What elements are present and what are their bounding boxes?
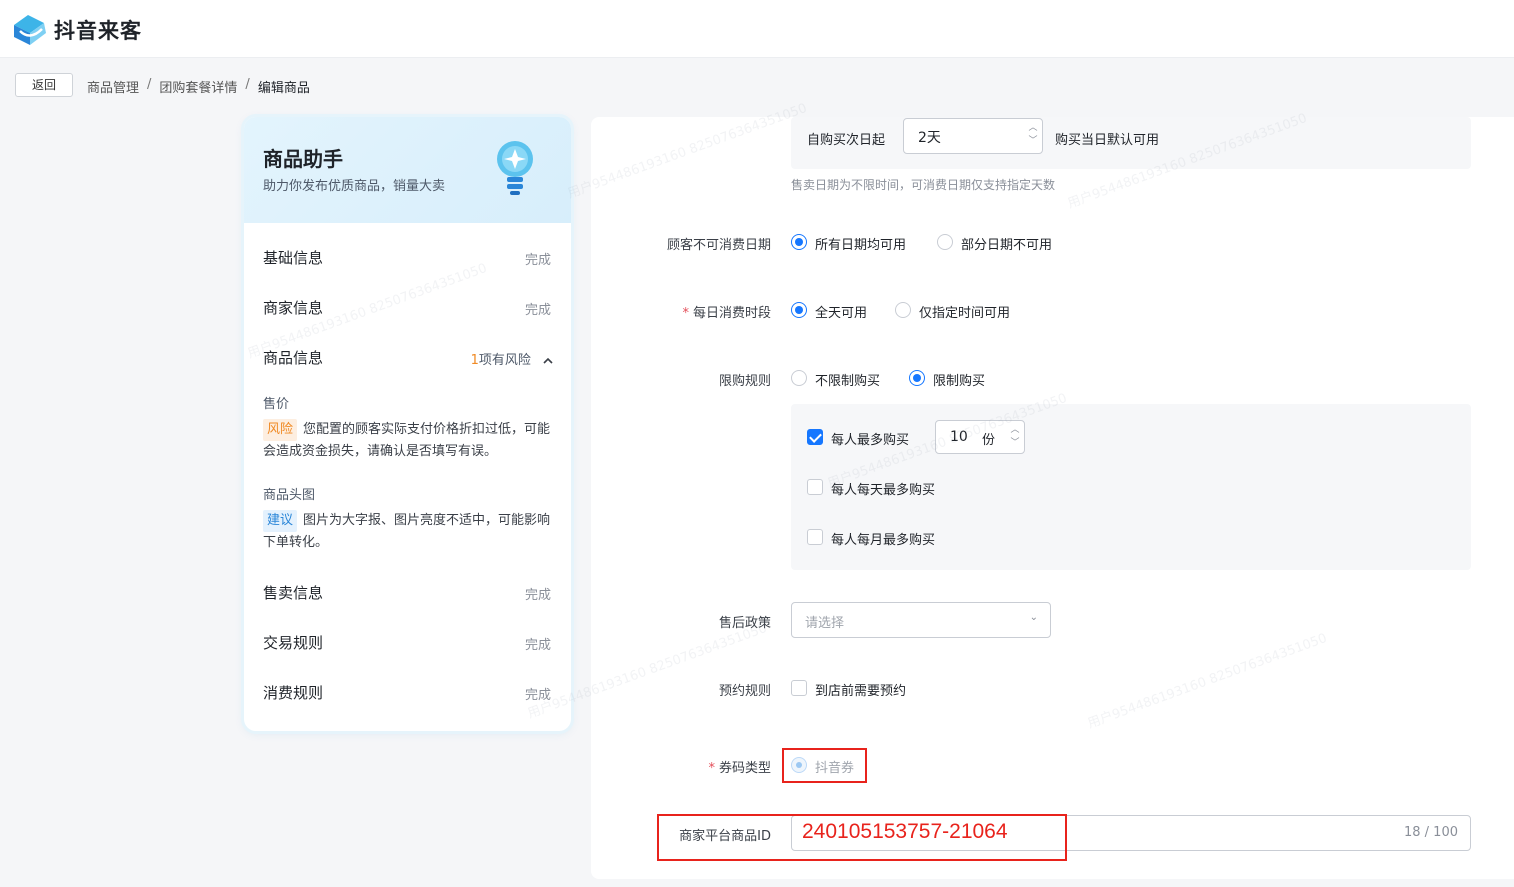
tip-image-suggestion: 建议 图片为大字报、图片亮度不适中，可能影响下单转化。: [263, 510, 553, 554]
after-sale-select[interactable]: 请选择 ⌄: [791, 602, 1051, 638]
tip-field-main-image: 商品头图: [263, 488, 316, 503]
per-person-limit-stepper[interactable]: 10 份 ︿ ﹀: [935, 420, 1025, 454]
risk-text: 项有风险: [478, 353, 531, 368]
radio-some-dates-unavailable[interactable]: [937, 234, 953, 250]
validity-days-value: 2天: [918, 130, 941, 146]
required-mark: *: [708, 761, 715, 776]
validity-suffix: 购买当日默认可用: [1055, 133, 1160, 148]
validity-hint: 售卖日期为不限时间，可消费日期仅支持指定天数: [791, 178, 1056, 192]
reservation-option[interactable]: 到店前需要预约: [815, 680, 906, 699]
option-specific-time[interactable]: 仅指定时间可用: [919, 302, 1010, 321]
required-mark: *: [682, 306, 689, 321]
per-person-limit-unit: 份: [982, 433, 996, 448]
per-month-limit-label[interactable]: 每人每月最多购买: [831, 529, 935, 548]
unavailable-dates-label: 顾客不可消费日期: [666, 238, 771, 253]
option-no-limit[interactable]: 不限制购买: [815, 370, 880, 389]
validity-prefix: 自购买次日起: [807, 133, 886, 148]
brand-name: 抖音来客: [54, 19, 142, 43]
section-label: 交易规则: [263, 634, 324, 652]
radio-no-limit[interactable]: [791, 370, 807, 386]
reservation-label: 预约规则: [718, 684, 771, 699]
breadcrumb-separator: /: [245, 77, 250, 92]
per-day-limit-label[interactable]: 每人每天最多购买: [831, 479, 935, 498]
back-button[interactable]: 返回: [15, 73, 73, 97]
risk-tag: 风险: [263, 419, 298, 441]
assistant-section-basic[interactable]: 基础信息 完成: [263, 247, 553, 271]
edit-product-form: 自购买次日起 2天 ︿ ﹀ 购买当日默认可用 售卖日期为不限时间，可消费日期仅支…: [591, 117, 1514, 879]
radio-specific-time[interactable]: [895, 302, 911, 318]
assistant-body: 基础信息 完成 商家信息 完成 商品信息 1项有风险 售价 风险 您配置的顾客实际…: [247, 223, 568, 728]
voucher-type-label-text: 券码类型: [718, 761, 771, 776]
tip-price-risk: 风险 您配置的顾客实际支付价格折扣过低，可能会造成资金损失，请确认是否填写有误。: [263, 419, 553, 463]
section-status: 完成: [524, 688, 551, 703]
tip-text: 图片为大字报、图片亮度不适中，可能影响下单转化。: [263, 513, 551, 550]
section-label: 售卖信息: [263, 584, 324, 602]
after-sale-placeholder: 请选择: [805, 616, 845, 631]
section-label: 商品信息: [263, 349, 324, 367]
highlight-box-merchant-id: [657, 814, 1067, 861]
option-all-day[interactable]: 全天可用: [815, 302, 867, 321]
product-assistant-panel: 商品助手 助力你发布优质商品，销量大卖 基础信息 完成 商家信息 完成 商品信息…: [244, 117, 571, 731]
breadcrumb-separator: /: [147, 77, 152, 92]
tip-field-price: 售价: [263, 397, 290, 412]
assistant-section-consume[interactable]: 消费规则 完成: [263, 682, 553, 706]
per-person-limit-label[interactable]: 每人最多购买: [831, 429, 909, 448]
assistant-section-merchant[interactable]: 商家信息 完成: [263, 297, 553, 321]
suggest-tag: 建议: [263, 510, 298, 532]
decrement-icon[interactable]: ﹀: [1010, 437, 1020, 450]
breadcrumb-item-product-management[interactable]: 商品管理: [87, 77, 139, 96]
radio-all-day[interactable]: [791, 302, 807, 318]
breadcrumb-item-edit-product: 编辑商品: [257, 81, 310, 96]
checkbox-per-day-limit[interactable]: [807, 479, 823, 495]
option-limit[interactable]: 限制购买: [933, 370, 985, 389]
per-person-limit-value: 10: [950, 429, 968, 445]
daily-period-label-text: 每日消费时段: [692, 306, 771, 321]
section-label: 消费规则: [263, 684, 324, 702]
checkbox-per-month-limit[interactable]: [807, 529, 823, 545]
assistant-section-product[interactable]: 商品信息 1项有风险: [263, 347, 553, 371]
purchase-limit-label: 限购规则: [718, 374, 771, 389]
lightbulb-icon: [497, 141, 533, 195]
option-all-dates-available[interactable]: 所有日期均可用: [815, 234, 906, 253]
assistant-title: 商品助手: [263, 147, 343, 171]
section-label: 基础信息: [263, 249, 324, 267]
validity-days-stepper[interactable]: 2天 ︿ ﹀: [903, 118, 1043, 154]
section-status: 完成: [524, 303, 551, 318]
chevron-up-icon[interactable]: [543, 357, 553, 365]
char-count: 18 / 100: [1404, 825, 1458, 840]
section-label: 商家信息: [263, 299, 324, 317]
top-header: 抖音来客: [0, 0, 1514, 58]
assistant-section-sale[interactable]: 售卖信息 完成: [263, 582, 553, 606]
section-status: 完成: [524, 638, 551, 653]
daily-period-label: * 每日消费时段: [591, 302, 771, 321]
after-sale-label: 售后政策: [718, 616, 771, 631]
breadcrumb: 商品管理 / 团购套餐详情 / 编辑商品: [87, 77, 310, 96]
assistant-subtitle: 助力你发布优质商品，销量大卖: [263, 179, 446, 194]
breadcrumb-item-package-detail[interactable]: 团购套餐详情: [159, 77, 237, 96]
douyin-laike-logo-icon: [14, 15, 46, 45]
assistant-header: 商品助手 助力你发布优质商品，销量大卖: [244, 117, 571, 223]
section-status: 完成: [524, 253, 551, 268]
chevron-down-icon: ⌄: [1029, 612, 1038, 623]
radio-limit[interactable]: [909, 370, 925, 386]
checkbox-per-person-limit[interactable]: [807, 429, 823, 445]
increment-icon[interactable]: ︿: [1010, 424, 1020, 437]
tip-text: 您配置的顾客实际支付价格折扣过低，可能会造成资金损失，请确认是否填写有误。: [263, 422, 551, 459]
section-status: 完成: [524, 588, 551, 603]
stepper-arrows[interactable]: ︿ ﹀: [1028, 122, 1038, 150]
increment-icon[interactable]: ︿: [1028, 122, 1038, 135]
highlight-box-voucher: [782, 748, 867, 783]
checkbox-reservation-required[interactable]: [791, 680, 807, 696]
decrement-icon[interactable]: ﹀: [1028, 135, 1038, 148]
stepper-arrows[interactable]: ︿ ﹀: [1010, 424, 1020, 452]
radio-all-dates-available[interactable]: [791, 234, 807, 250]
assistant-section-trade[interactable]: 交易规则 完成: [263, 632, 553, 656]
risk-count: 1: [470, 353, 479, 368]
section-risk-status: 1项有风险: [471, 349, 553, 368]
option-some-dates-unavailable[interactable]: 部分日期不可用: [961, 234, 1052, 253]
voucher-type-label: * 券码类型: [591, 757, 771, 776]
